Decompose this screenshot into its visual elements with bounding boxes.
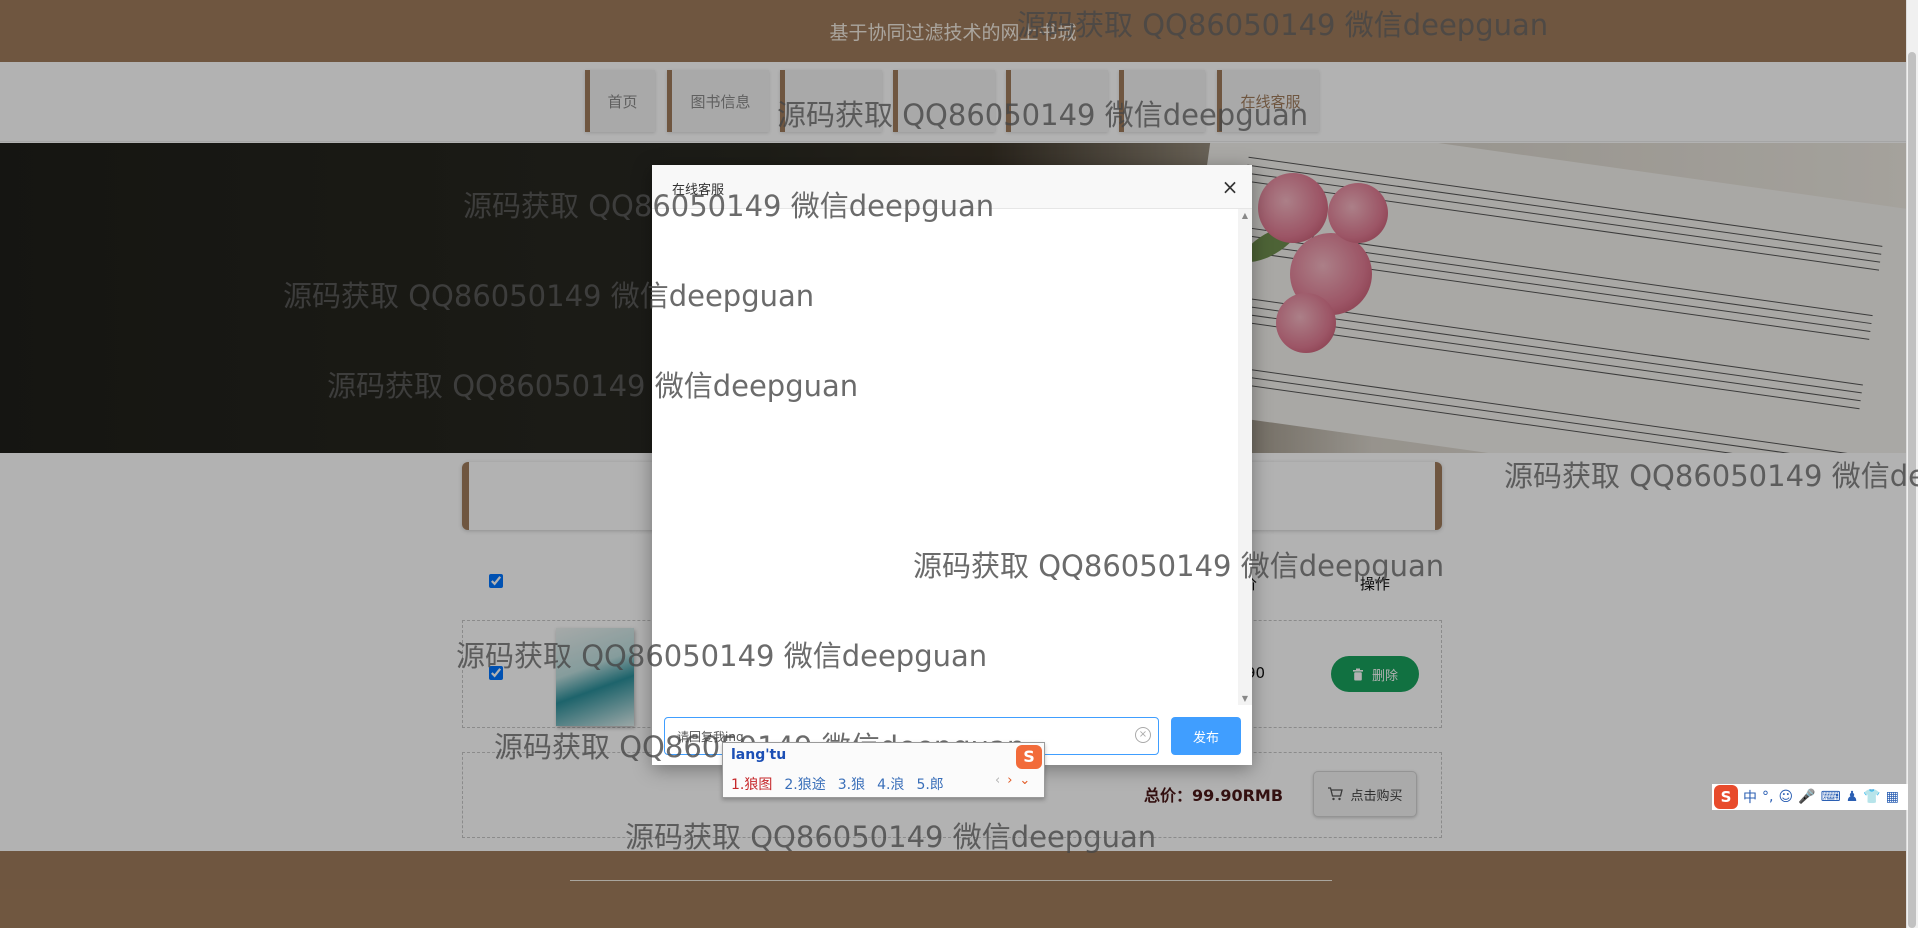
chevron-right-icon[interactable]: › <box>1007 773 1012 788</box>
scroll-down-arrow-icon[interactable]: ▼ <box>1238 694 1252 703</box>
ime-candidate-popup: lang'tu S 1.狼图 2.狼途 3.狼 4.浪 5.郎 ‹ › ⌄ <box>722 742 1045 798</box>
watermark-text: 源码获取 QQ86050149 微信deepguan <box>456 639 988 673</box>
ime-candidate[interactable]: 2.狼途 <box>784 774 825 794</box>
send-button[interactable]: 发布 <box>1171 717 1241 755</box>
watermark-text: 源码获取 QQ86050149 微信deepguan <box>913 549 1445 583</box>
watermark-text: 源码获取 QQ86050149 微信deepguan <box>283 279 815 313</box>
microphone-icon[interactable]: 🎤 <box>1798 789 1815 805</box>
sogou-logo-icon: S <box>1016 745 1042 769</box>
user-icon[interactable]: ♟ <box>1846 789 1859 805</box>
chat-modal: 在线客服 × ▲ ▼ × 发布 <box>652 165 1252 765</box>
clear-icon[interactable]: × <box>1135 727 1151 743</box>
ime-status-bar: S 中 °, ☺ 🎤 ⌨ ♟ 👕 ▦ <box>1712 784 1908 810</box>
watermark-text: 源码获取 QQ86050149 微信deepguan <box>1504 459 1918 493</box>
ime-page-nav: ‹ › ⌄ <box>995 773 1030 788</box>
chevron-down-icon[interactable]: ⌄ <box>1019 773 1030 788</box>
watermark-text: 源码获取 QQ86050149 微信deepguan <box>777 98 1309 132</box>
ime-candidate[interactable]: 1.狼图 <box>731 774 772 794</box>
ime-candidate[interactable]: 5.郎 <box>916 774 943 794</box>
ime-mode-chinese[interactable]: 中 <box>1743 787 1757 807</box>
watermark-text: 源码获取 QQ86050149 微信deepguan <box>625 820 1157 854</box>
watermark-text: 源码获取 QQ86050149 微信deepguan <box>327 369 859 403</box>
close-icon[interactable]: × <box>1218 175 1242 199</box>
ime-candidate[interactable]: 3.狼 <box>838 774 865 794</box>
ime-pinyin: lang'tu <box>731 747 787 763</box>
chat-scrollbar[interactable]: ▲ ▼ <box>1238 209 1252 705</box>
emoji-icon[interactable]: ☺ <box>1778 789 1793 805</box>
skin-icon[interactable]: 👕 <box>1863 789 1880 805</box>
keyboard-icon[interactable]: ⌨ <box>1821 789 1841 805</box>
ime-candidate-list: 1.狼图 2.狼途 3.狼 4.浪 5.郎 <box>731 774 944 794</box>
toolbox-icon[interactable]: ▦ <box>1886 789 1899 805</box>
scroll-up-arrow-icon[interactable]: ▲ <box>1238 211 1252 220</box>
chevron-left-icon[interactable]: ‹ <box>995 773 1000 788</box>
watermark-text: 源码获取 QQ86050149 微信deepguan <box>463 189 995 223</box>
watermark-text: 源码获取 QQ86050149 微信deepguan <box>1017 8 1549 42</box>
punctuation-icon[interactable]: °, <box>1762 789 1773 805</box>
ime-candidate[interactable]: 4.浪 <box>877 774 904 794</box>
sogou-logo-icon[interactable]: S <box>1714 785 1738 809</box>
